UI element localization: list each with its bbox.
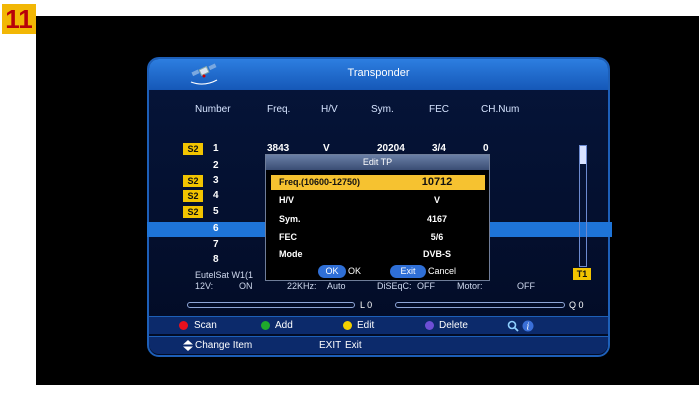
mode-field[interactable]: Mode DVB-S	[271, 247, 485, 262]
step-number-badge: 11	[2, 4, 36, 34]
motor-label: Motor:	[457, 281, 483, 291]
add-key-label[interactable]: Add	[275, 320, 293, 331]
row-number[interactable]: 3	[213, 175, 219, 186]
column-header-freq: Freq.	[267, 104, 291, 115]
s2-badge: S2	[183, 190, 203, 202]
exit-button[interactable]: Exit	[390, 265, 426, 278]
tuner-badge: T1	[573, 268, 591, 280]
frequency-field[interactable]: Freq.(10600-12750) 10712	[271, 175, 485, 190]
mode-value[interactable]: DVB-S	[417, 249, 457, 259]
blue-key-icon	[425, 321, 434, 330]
ok-button[interactable]: OK	[318, 265, 346, 278]
info-icon: i	[522, 320, 534, 332]
red-key-icon	[179, 321, 188, 330]
row-chnum: 0	[483, 143, 489, 154]
symbol-rate-field[interactable]: Sym. 4167	[271, 212, 485, 227]
column-header-number: Number	[195, 104, 231, 115]
signal-quality-bar	[395, 302, 565, 308]
column-header-hv: H/V	[321, 104, 338, 115]
green-key-icon	[261, 321, 270, 330]
list-scrollbar[interactable]	[579, 145, 587, 267]
exit-key-name: EXIT	[319, 340, 342, 351]
s2-badge: S2	[183, 206, 203, 218]
s2-badge: S2	[183, 175, 203, 187]
s2-badge: S2	[183, 143, 203, 155]
cancel-button-label: Cancel	[428, 266, 457, 276]
column-header-fec: FEC	[429, 104, 449, 115]
ok-button-label: OK	[348, 266, 362, 276]
row-fec: 3/4	[432, 143, 446, 154]
change-item-hint: Change Item	[195, 340, 253, 351]
symbol-rate-label: Sym.	[279, 214, 301, 224]
row-number[interactable]: 1	[213, 143, 219, 154]
row-number[interactable]: 2	[213, 160, 219, 171]
search-icon	[507, 320, 519, 332]
tone-22khz-label: 22KHz:	[287, 281, 317, 291]
motor-value: OFF	[517, 281, 535, 291]
power-12v-label: 12V:	[195, 281, 214, 291]
row-number[interactable]: 7	[213, 239, 219, 250]
tone-22khz-value: Auto	[327, 281, 346, 291]
edit-tp-dialog: Edit TP Freq.(10600-12750) 10712 H/V V S…	[265, 154, 490, 281]
frequency-value[interactable]: 10712	[417, 176, 457, 188]
column-header-sym: Sym.	[371, 104, 394, 115]
up-down-arrows-icon	[183, 340, 193, 351]
scan-key-label[interactable]: Scan	[194, 320, 217, 331]
row-number[interactable]: 8	[213, 254, 219, 265]
polarization-field[interactable]: H/V V	[271, 193, 485, 208]
fec-field[interactable]: FEC 5/6	[271, 230, 485, 245]
satellite-name: EutelSat W1(1	[195, 270, 254, 280]
signal-level-label: L 0	[360, 300, 373, 310]
row-number[interactable]: 4	[213, 190, 219, 201]
signal-level-bar	[187, 302, 355, 308]
scrollbar-thumb[interactable]	[580, 146, 586, 164]
row-number[interactable]: 5	[213, 206, 219, 217]
color-key-bar: Scan Add Edit Delete i	[149, 316, 608, 334]
fec-value[interactable]: 5/6	[417, 232, 457, 242]
signal-quality-label: Q 0	[569, 300, 584, 310]
title-bar: Transponder	[149, 59, 608, 90]
power-12v-value: ON	[239, 281, 253, 291]
delete-key-label[interactable]: Delete	[439, 320, 468, 331]
edit-key-label[interactable]: Edit	[357, 320, 374, 331]
polarization-value[interactable]: V	[417, 195, 457, 205]
diseqc-value: OFF	[417, 281, 435, 291]
svg-text:i: i	[527, 323, 530, 333]
row-number[interactable]: 6	[213, 223, 219, 234]
column-header-chnum: CH.Num	[481, 104, 520, 115]
frequency-label: Freq.(10600-12750)	[279, 177, 361, 187]
diseqc-label: DiSEqC:	[377, 281, 412, 291]
row-freq: 3843	[267, 143, 290, 154]
mode-label: Mode	[279, 249, 303, 259]
dialog-title: Edit TP	[266, 155, 489, 170]
row-hv: V	[323, 143, 330, 154]
symbol-rate-value[interactable]: 4167	[417, 214, 457, 224]
navigation-hint-bar: Change Item EXIT Exit	[149, 336, 608, 354]
exit-hint[interactable]: Exit	[345, 340, 362, 351]
yellow-key-icon	[343, 321, 352, 330]
window-title: Transponder	[347, 67, 410, 79]
fec-label: FEC	[279, 232, 297, 242]
tv-screen: Transponder Number Freq. H/V Sym. FEC CH…	[36, 16, 699, 385]
polarization-label: H/V	[279, 195, 295, 205]
row-sym: 20204	[377, 143, 405, 154]
